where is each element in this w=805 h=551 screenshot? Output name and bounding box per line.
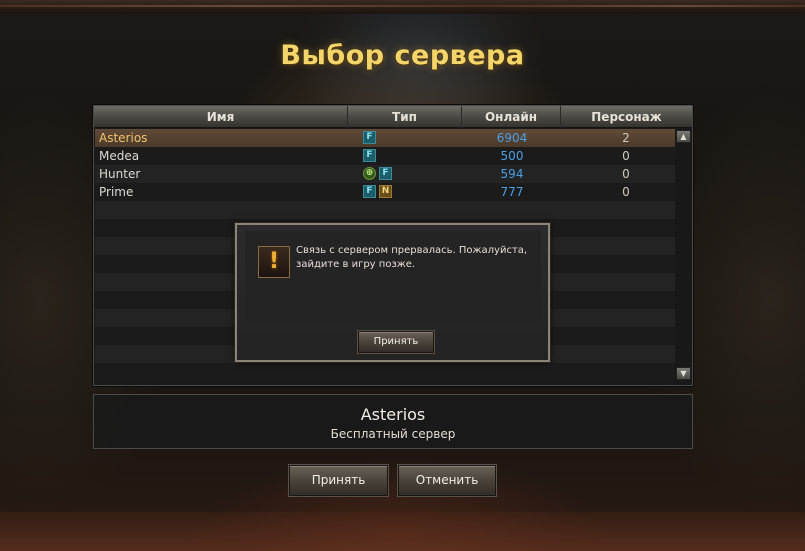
server-name: Prime — [99, 185, 134, 199]
cancel-button[interactable]: Отменить — [398, 465, 496, 496]
scrollbar-track[interactable] — [675, 129, 692, 385]
server-characters: 0 — [622, 167, 630, 181]
column-header-characters[interactable]: Персонаж — [561, 106, 692, 128]
top-frame — [0, 0, 805, 14]
top-frame-ornament — [0, 5, 805, 7]
server-info-panel: Asterios Бесплатный сервер — [93, 394, 693, 449]
server-online: 6904 — [496, 131, 528, 145]
scroll-down-button[interactable]: ▼ — [676, 367, 691, 380]
selected-server-name: Asterios — [360, 405, 426, 424]
dialog-body: ! Связь с сервером прервалась. Пожалуйст… — [245, 231, 541, 323]
server-online: 777 — [500, 185, 524, 199]
accept-button[interactable]: Принять — [289, 465, 388, 496]
server-characters: 2 — [622, 131, 630, 145]
selected-server-description: Бесплатный сервер — [330, 427, 456, 441]
warning-icon: ! — [258, 246, 290, 278]
column-header-type[interactable]: Тип — [348, 106, 462, 128]
server-type-icon-n: N — [379, 185, 392, 198]
server-row[interactable]: Medea F 500 0 — [95, 147, 675, 165]
connection-lost-dialog: ! Связь с сервером прервалась. Пожалуйст… — [235, 223, 550, 362]
pvp-type-icon: ⊕ — [363, 167, 376, 180]
server-characters: 0 — [622, 149, 630, 163]
server-online: 594 — [500, 167, 524, 181]
arrow-up-icon: ▲ — [680, 132, 687, 141]
server-name: Asterios — [99, 131, 148, 145]
server-type-icon-f: F — [363, 149, 376, 162]
scroll-up-button[interactable]: ▲ — [676, 130, 691, 143]
column-header-online[interactable]: Онлайн — [462, 106, 561, 128]
empty-row — [95, 201, 675, 219]
server-type-icon-f: F — [379, 167, 392, 180]
server-online: 500 — [500, 149, 524, 163]
arrow-down-icon: ▼ — [680, 369, 687, 378]
server-name: Hunter — [99, 167, 141, 181]
bottom-frame — [0, 512, 805, 551]
dialog-message: Связь с сервером прервалась. Пожалуйста,… — [296, 245, 528, 270]
dialog-ok-button[interactable]: Принять — [358, 331, 434, 353]
server-row[interactable]: Hunter ⊕ F 594 0 — [95, 165, 675, 183]
server-row[interactable]: Asterios F 6904 2 — [95, 129, 675, 147]
server-list-header: Имя Тип Онлайн Персонаж — [94, 106, 692, 128]
server-type-icon-f: F — [363, 185, 376, 198]
server-row[interactable]: Prime F N 777 0 — [95, 183, 675, 201]
server-name: Medea — [99, 149, 140, 163]
column-header-name[interactable]: Имя — [94, 106, 348, 128]
server-characters: 0 — [622, 185, 630, 199]
empty-row — [95, 363, 675, 381]
server-type-icon-f: F — [363, 131, 376, 144]
page-title: Выбор сервера — [280, 40, 525, 71]
